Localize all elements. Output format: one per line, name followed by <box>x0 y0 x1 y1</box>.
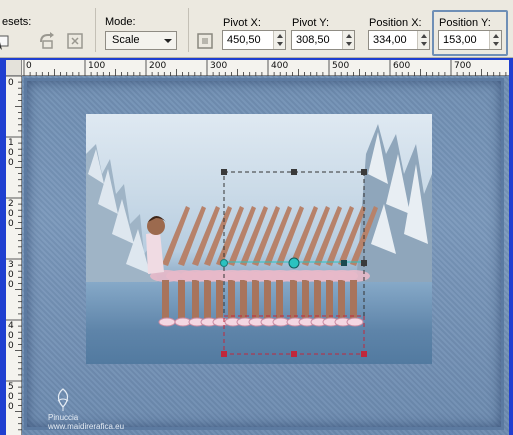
handle-bottom-left[interactable] <box>221 351 227 357</box>
ruler-label: 200 <box>149 61 167 71</box>
handle-middle-right[interactable] <box>361 260 367 266</box>
position-y-field[interactable]: 153,00 <box>438 30 502 50</box>
position-x-spinner[interactable] <box>417 31 429 49</box>
image-canvas[interactable]: Pinuccia www.maidirerafica.eu <box>22 76 509 435</box>
reset-rectangle-icon[interactable] <box>36 30 58 52</box>
position-x-label: Position X: <box>369 17 422 29</box>
mode-select[interactable]: Scale <box>105 31 177 50</box>
handle-top-middle[interactable] <box>291 169 297 175</box>
position-x-value: 334,00 <box>373 34 407 46</box>
handle-bottom-right[interactable] <box>361 351 367 357</box>
horizontal-ruler: 0 100 200 300 400 500 600 700 <box>6 60 509 76</box>
ruler-label: 3 0 0 <box>8 260 14 290</box>
toolbar-separator <box>95 8 96 52</box>
image-window: 0 100 200 300 400 500 600 700 0 1 0 0 2 … <box>0 58 513 435</box>
handle-top-left[interactable] <box>221 169 227 175</box>
pivot-y-field[interactable]: 308,50 <box>291 30 355 50</box>
position-x-field[interactable]: 334,00 <box>368 30 430 50</box>
selection-outline-bottom <box>223 315 365 355</box>
ruler-label: 4 0 0 <box>8 321 14 351</box>
selection-outline-top <box>223 171 365 317</box>
pivot-point[interactable] <box>288 257 300 269</box>
pivot-y-label: Pivot Y: <box>292 17 330 29</box>
watermark: Pinuccia www.maidirerafica.eu <box>48 387 124 431</box>
apply-transform-icon[interactable] <box>64 30 86 52</box>
pivot-x-label: Pivot X: <box>223 17 261 29</box>
ruler-label: 0 <box>26 61 32 71</box>
ruler-label: 5 0 0 <box>8 382 14 412</box>
position-y-label: Position Y: <box>439 17 491 29</box>
pivot-x-field[interactable]: 450,50 <box>222 30 286 50</box>
pivot-x-spinner[interactable] <box>273 31 285 49</box>
presets-label: esets: <box>2 16 32 28</box>
ruler-label: 700 <box>454 61 472 71</box>
tool-options-bar: esets: Mode: Scale Pivot X: 450,50 Pivot… <box>0 0 513 58</box>
ruler-label: 300 <box>210 61 228 71</box>
pivot-y-value: 308,50 <box>296 34 330 46</box>
handle-bottom-middle[interactable] <box>291 351 297 357</box>
ruler-label: 0 <box>8 78 14 88</box>
pivot-crosshair-icon[interactable] <box>194 30 216 52</box>
ruler-label: 100 <box>88 61 106 71</box>
ruler-label: 500 <box>332 61 350 71</box>
handle-middle-left[interactable] <box>220 259 228 267</box>
pivot-y-spinner[interactable] <box>342 31 354 49</box>
watermark-line2: www.maidirerafica.eu <box>48 422 125 431</box>
ruler-corner <box>6 60 22 76</box>
position-y-value: 153,00 <box>443 34 477 46</box>
handle-rotate[interactable] <box>341 260 347 266</box>
mode-select-value: Scale <box>112 34 140 46</box>
horizontal-ruler-ticks <box>23 60 507 76</box>
ruler-label: 2 0 0 <box>8 199 14 229</box>
ruler-label: 1 0 0 <box>8 138 14 168</box>
transform-bounding-box[interactable] <box>22 76 509 435</box>
presets-dropdown-icon[interactable] <box>0 30 16 52</box>
handle-top-right[interactable] <box>361 169 367 175</box>
chevron-down-icon <box>164 39 172 43</box>
watermark-line1: Pinuccia <box>48 413 79 422</box>
mode-label: Mode: <box>105 16 136 28</box>
watermark-logo <box>57 388 69 411</box>
ruler-label: 600 <box>393 61 411 71</box>
pivot-x-value: 450,50 <box>227 34 261 46</box>
vertical-ruler: 0 1 0 0 2 0 0 3 0 0 4 0 0 5 0 0 <box>6 76 22 435</box>
toolbar-separator <box>188 8 189 52</box>
position-y-spinner[interactable] <box>489 31 501 49</box>
ruler-label: 400 <box>271 61 289 71</box>
